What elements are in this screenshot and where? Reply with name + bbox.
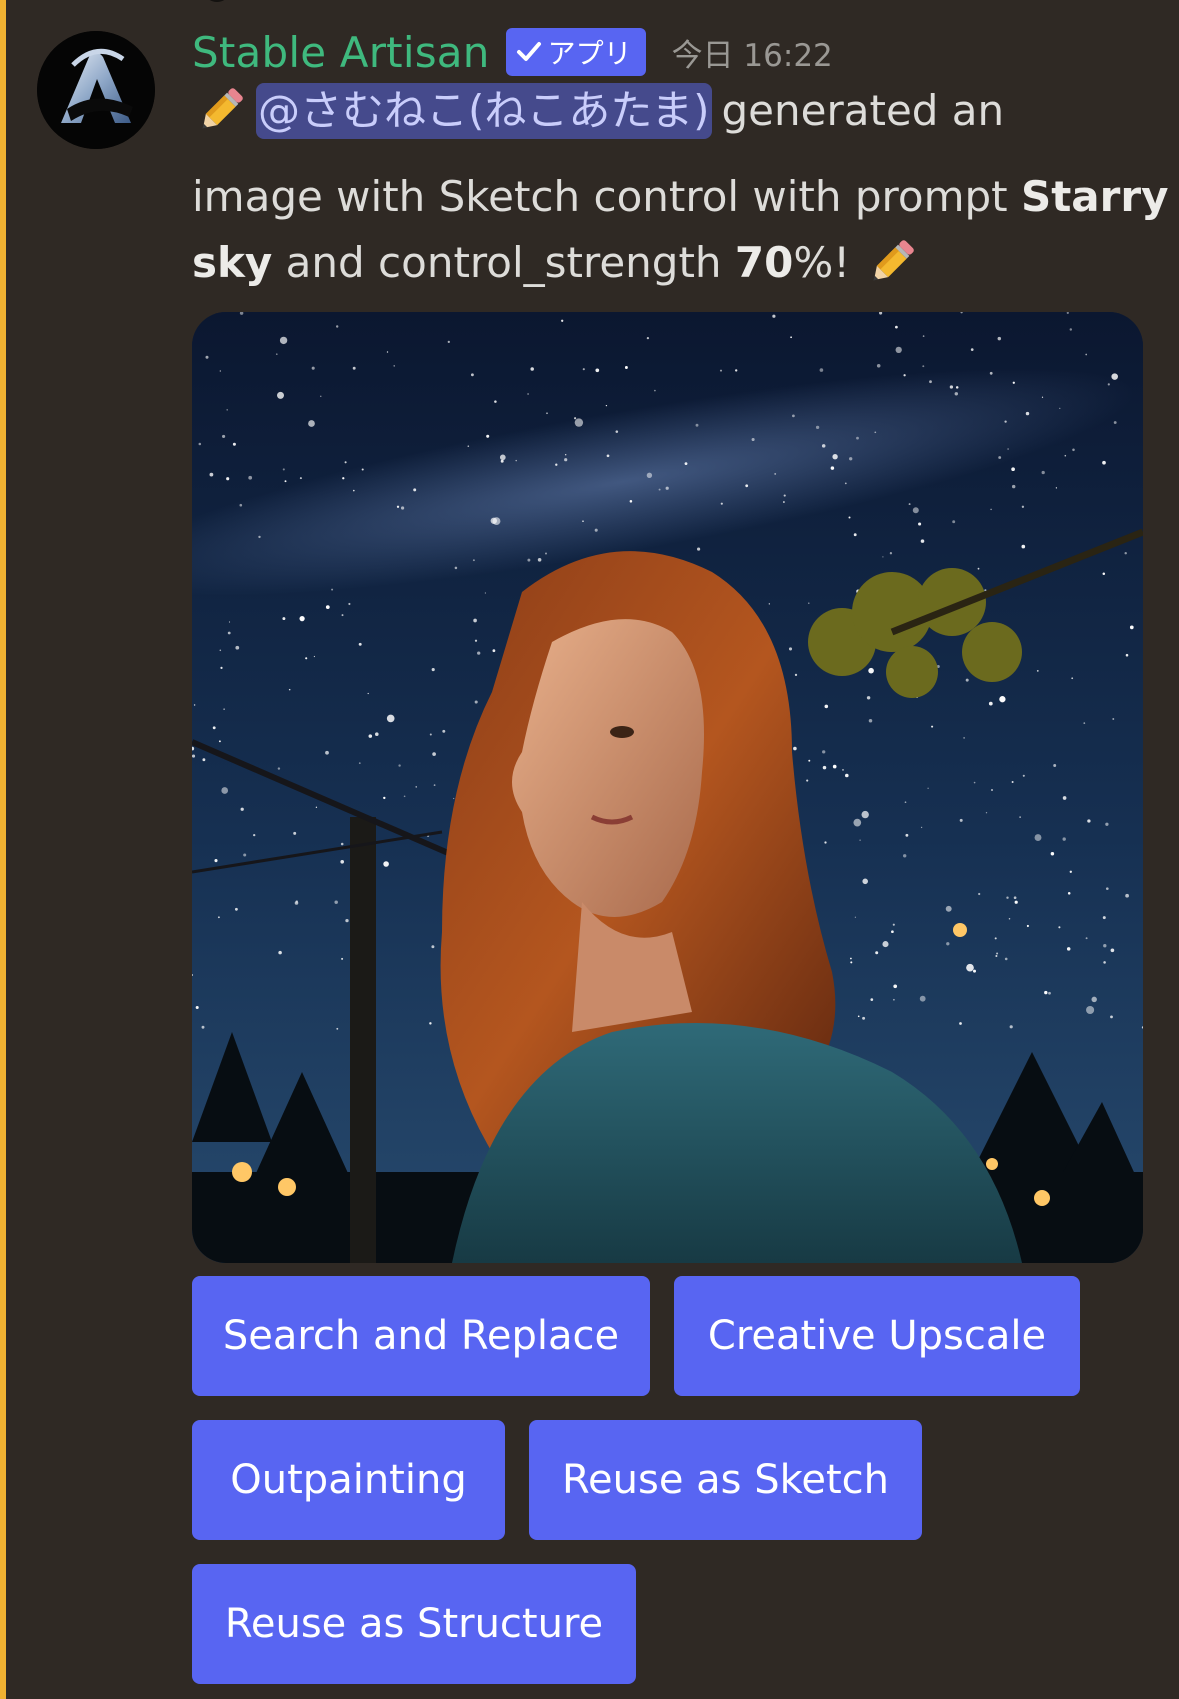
creative-upscale-button[interactable]: Creative Upscale	[674, 1276, 1080, 1396]
message-timestamp[interactable]: 今日 16:22	[672, 30, 833, 75]
app-badge: アプリ	[505, 28, 646, 76]
reuse-as-sketch-button[interactable]: Reuse as Sketch	[529, 1420, 922, 1540]
prompt-word-2: sky	[192, 238, 273, 287]
bot-avatar[interactable]	[37, 31, 155, 149]
search-and-replace-button[interactable]: Search and Replace	[192, 1276, 650, 1396]
app-badge-label: アプリ	[547, 37, 632, 70]
message-text-1: generated an	[721, 86, 1005, 135]
previous-message-avatar-edge	[206, 0, 228, 2]
outpainting-button[interactable]: Outpainting	[192, 1420, 505, 1540]
reuse-as-structure-button[interactable]: Reuse as Structure	[192, 1564, 636, 1684]
user-mention[interactable]: @さむねこ(ねこあたま)	[256, 83, 712, 139]
message-text-3: and control_strength	[285, 238, 722, 287]
message-text-4: %!	[793, 238, 851, 287]
message-text-2: image with Sketch control with prompt	[192, 172, 1008, 221]
pencil-emoji-icon	[192, 83, 248, 139]
checkmark-icon	[516, 40, 542, 64]
message-header: Stable Artisan アプリ 今日 16:22	[192, 22, 833, 82]
pencil-emoji-icon	[863, 235, 919, 291]
message-content: @さむねこ(ねこあたま) generated an image with Ske…	[192, 78, 1168, 296]
generated-image[interactable]	[192, 312, 1143, 1263]
prompt-word-1: Starry	[1020, 172, 1169, 221]
strength-value: 70	[734, 238, 794, 287]
message-highlight-bar	[0, 0, 6, 1699]
author-name[interactable]: Stable Artisan	[192, 28, 490, 77]
